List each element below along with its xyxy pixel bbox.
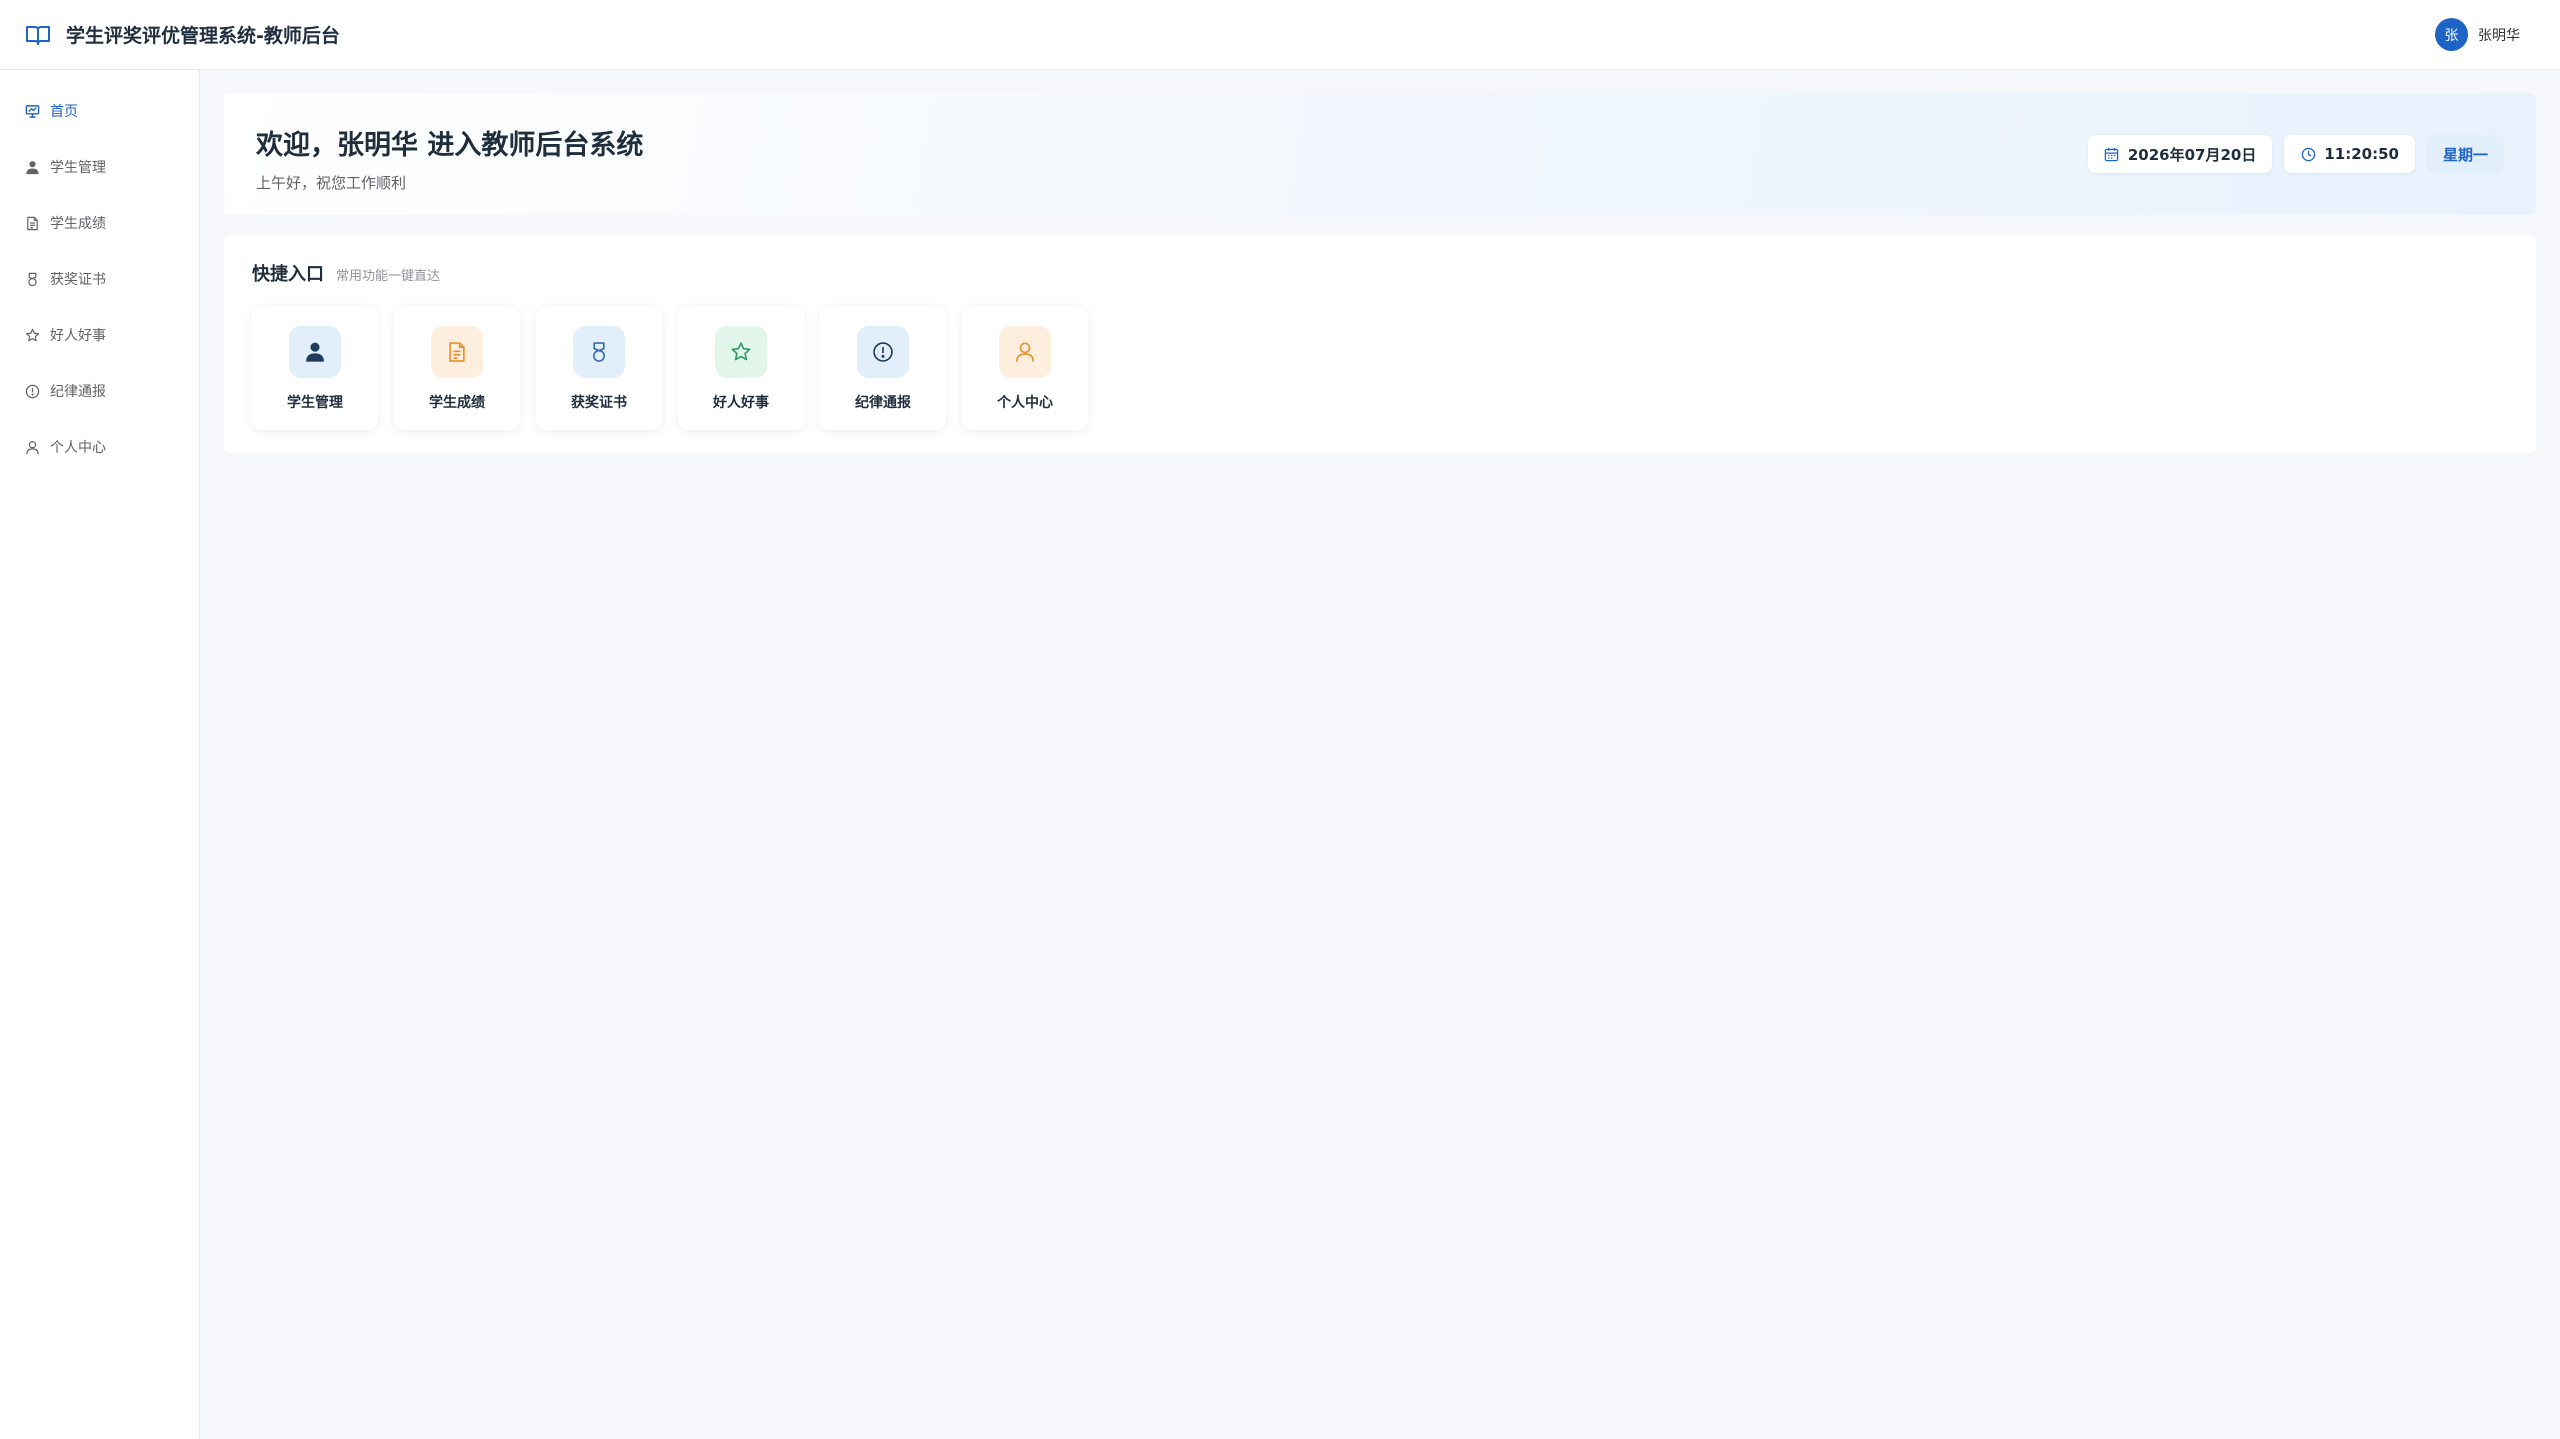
sidebar-item-profile[interactable]: 个人中心	[0, 419, 199, 475]
star-icon	[24, 327, 40, 343]
quick-card-label: 学生管理	[287, 395, 343, 411]
quick-card-scores[interactable]: 学生成绩	[394, 306, 520, 430]
welcome-banner: 欢迎，张明华 进入教师后台系统 上午好，祝您工作顺利 2026年07月20日 1…	[224, 93, 2536, 215]
quick-card-label: 学生成绩	[429, 395, 485, 411]
time-text: 11:20:50	[2324, 145, 2399, 163]
document-icon	[24, 215, 40, 231]
user-name[interactable]: 张明华	[2478, 25, 2520, 45]
user-menu[interactable]: 张 张明华	[2435, 18, 2520, 51]
sidebar-item-label: 学生管理	[50, 160, 106, 176]
sidebar-item-good-deeds[interactable]: 好人好事	[0, 307, 199, 363]
star-icon	[715, 326, 767, 378]
time-chip: 11:20:50	[2284, 135, 2415, 173]
quick-access-subtitle: 常用功能一键直达	[336, 269, 441, 284]
welcome-subtitle: 上午好，祝您工作顺利	[256, 174, 407, 192]
calendar-icon	[2104, 146, 2120, 162]
date-chip: 2026年07月20日	[2087, 135, 2273, 173]
quick-card-profile[interactable]: 个人中心	[962, 306, 1088, 430]
quick-card-label: 个人中心	[997, 395, 1053, 411]
sidebar-item-home[interactable]: 首页	[0, 83, 199, 139]
quick-access-title: 快捷入口	[252, 264, 324, 285]
sidebar-item-discipline[interactable]: 纪律通报	[0, 363, 199, 419]
quick-card-good-deeds[interactable]: 好人好事	[678, 306, 804, 430]
sidebar-item-label: 个人中心	[50, 440, 106, 456]
quick-card-students[interactable]: 学生管理	[252, 306, 378, 430]
user-filled-icon	[24, 159, 40, 175]
sidebar-item-label: 纪律通报	[50, 384, 106, 400]
quick-card-label: 好人好事	[713, 395, 769, 411]
user-outline-icon	[999, 326, 1051, 378]
dashboard-icon	[24, 103, 40, 119]
weekday-badge: 星期一	[2426, 135, 2504, 173]
app-title: 学生评奖评优管理系统-教师后台	[66, 25, 340, 47]
medal-icon	[573, 326, 625, 378]
quick-card-label: 纪律通报	[855, 395, 911, 411]
user-outline-icon	[24, 439, 40, 455]
sidebar-item-label: 好人好事	[50, 328, 106, 344]
warning-icon	[857, 326, 909, 378]
datetime-chips: 2026年07月20日 11:20:50 星期一	[2076, 135, 2504, 173]
sidebar: 首页 学生管理 学生成绩 获奖证书 好人好事 纪律通报 个人中心	[0, 70, 200, 1439]
sidebar-item-certificates[interactable]: 获奖证书	[0, 251, 199, 307]
quick-access-cards: 学生管理 学生成绩 获奖证书 好人好事 纪律通报 个人中心	[252, 306, 2508, 430]
top-header: 学生评奖评优管理系统-教师后台 张 张明华	[0, 0, 2560, 70]
quick-access-panel: 快捷入口 常用功能一键直达 学生管理 学生成绩 获奖证书 好人好事 纪律通报 个…	[224, 235, 2536, 453]
medal-icon	[24, 271, 40, 287]
sidebar-item-scores[interactable]: 学生成绩	[0, 195, 199, 251]
sidebar-item-label: 首页	[50, 104, 78, 120]
warning-icon	[24, 383, 40, 399]
clock-icon	[2300, 146, 2316, 162]
avatar[interactable]: 张	[2435, 18, 2468, 51]
sidebar-item-students[interactable]: 学生管理	[0, 139, 199, 195]
open-book-icon	[24, 21, 52, 49]
quick-card-discipline[interactable]: 纪律通报	[820, 306, 946, 430]
quick-card-certificates[interactable]: 获奖证书	[536, 306, 662, 430]
user-filled-icon	[289, 326, 341, 378]
quick-card-label: 获奖证书	[571, 395, 627, 411]
sidebar-item-label: 获奖证书	[50, 272, 106, 288]
document-icon	[431, 326, 483, 378]
date-text: 2026年07月20日	[2127, 145, 2257, 164]
sidebar-item-label: 学生成绩	[50, 216, 106, 232]
